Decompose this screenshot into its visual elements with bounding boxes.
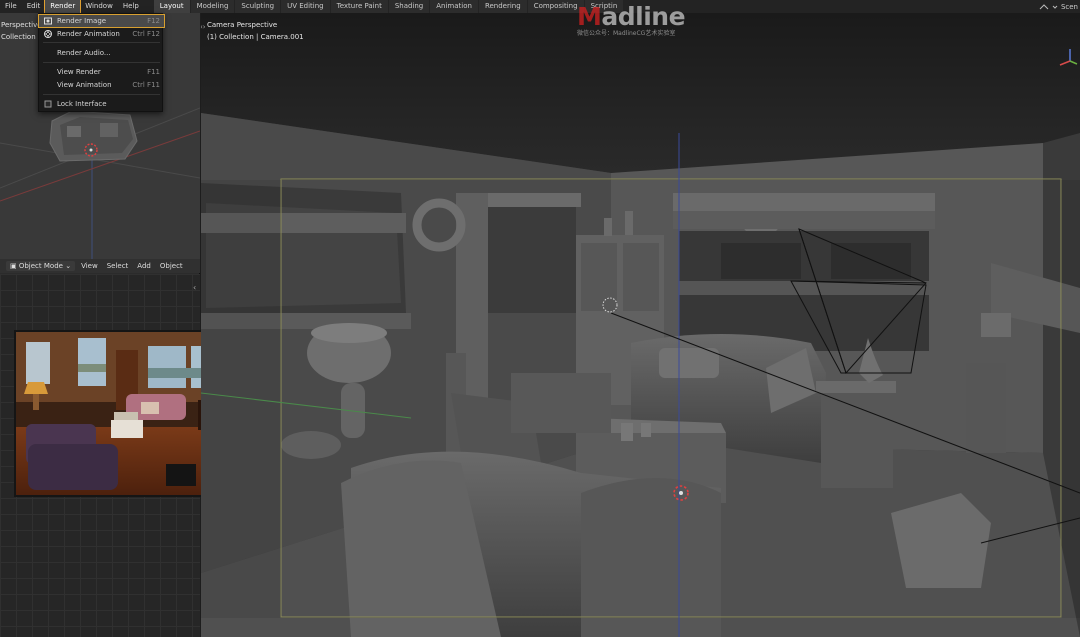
render-animation-label: Render Animation — [57, 30, 120, 38]
view-animation-label: View Animation — [57, 81, 112, 89]
render-animation-icon — [44, 30, 52, 38]
tab-layout[interactable]: Layout — [153, 0, 190, 13]
scene-label: Scen — [1060, 2, 1078, 11]
view-animation-shortcut: Ctrl F11 — [132, 81, 160, 89]
tab-compositing[interactable]: Compositing — [527, 0, 584, 13]
scene-icon — [1039, 3, 1049, 9]
chevron-down-icon — [1052, 5, 1058, 9]
render-animation-item[interactable]: Render Animation Ctrl F12 — [39, 28, 164, 40]
lock-interface-label: Lock Interface — [57, 100, 107, 108]
checkbox-icon[interactable] — [44, 100, 52, 108]
watermark-subtitle: 微信公众号：MadlineCG艺术实验室 — [577, 30, 676, 37]
view-menu[interactable]: View — [78, 261, 101, 271]
camera-perspective-scene — [201, 13, 1080, 637]
object-mode-label: Object Mode — [18, 262, 63, 270]
view-render-label: View Render — [57, 68, 101, 76]
tab-shading[interactable]: Shading — [388, 0, 430, 13]
tab-texture-paint[interactable]: Texture Paint — [330, 0, 388, 13]
watermark: Madline 微信公众号：MadlineCG艺术实验室 — [577, 2, 686, 37]
render-menu-dropdown: Render Image F12 Render Animation Ctrl F… — [38, 13, 165, 112]
camera-collection-subtitle: (1) Collection | Camera.001 — [207, 33, 304, 41]
render-animation-shortcut: Ctrl F12 — [132, 30, 160, 38]
tab-rendering[interactable]: Rendering — [478, 0, 527, 13]
tab-modeling[interactable]: Modeling — [190, 0, 235, 13]
chevron-down-icon: ⌄ — [65, 262, 72, 270]
object-mode-icon: ▣ — [10, 262, 19, 270]
object-mode-dropdown[interactable]: ▣ Object Mode ⌄ — [6, 261, 76, 271]
small-viewport-title: Perspective — [1, 21, 42, 29]
render-audio-label: Render Audio... — [57, 49, 111, 57]
select-menu[interactable]: Select — [104, 261, 132, 271]
scene-selector[interactable]: Scen — [1039, 0, 1080, 13]
tab-uv-editing[interactable]: UV Editing — [281, 0, 330, 13]
menu-separator — [43, 94, 160, 95]
navigation-gizmo-icon[interactable] — [1052, 47, 1078, 67]
tab-animation[interactable]: Animation — [430, 0, 478, 13]
render-audio-item[interactable]: Render Audio... — [39, 47, 164, 59]
menu-help[interactable]: Help — [118, 0, 144, 13]
menu-separator — [43, 62, 160, 63]
menu-separator — [43, 42, 160, 43]
object-menu[interactable]: Object — [157, 261, 186, 271]
render-image-shortcut: F12 — [147, 17, 160, 25]
watermark-logo-rest: adline — [601, 2, 686, 31]
viewport-split-arrows-icon[interactable]: ‹› — [201, 23, 206, 31]
watermark-logo-initial: M — [577, 2, 602, 31]
view-animation-item[interactable]: View Animation Ctrl F11 — [39, 79, 164, 91]
view-render-item[interactable]: View Render F11 — [39, 66, 164, 78]
tab-sculpting[interactable]: Sculpting — [235, 0, 281, 13]
camera-perspective-title: Camera Perspective — [207, 21, 278, 29]
menu-edit[interactable]: Edit — [22, 0, 46, 13]
add-menu[interactable]: Add — [134, 261, 154, 271]
watermark-logo: Madline — [577, 2, 686, 31]
render-image-item[interactable]: Render Image F12 — [38, 14, 165, 28]
top-menu-bar: File Edit Render Window Help Layout Mode… — [0, 0, 1080, 14]
render-image-icon — [44, 17, 52, 25]
viewport-header: ▣ Object Mode ⌄ View Select Add Object — [0, 259, 200, 273]
lock-interface-item[interactable]: Lock Interface — [39, 98, 164, 110]
menu-window[interactable]: Window — [80, 0, 118, 13]
main-3d-viewport[interactable]: ‹› Camera Perspective (1) Collection | C… — [201, 13, 1080, 637]
menu-render[interactable]: Render — [44, 0, 82, 14]
menu-file[interactable]: File — [0, 0, 22, 13]
view-render-shortcut: F11 — [147, 68, 160, 76]
collapse-arrow-icon[interactable]: ‹ — [193, 283, 196, 292]
render-image-label: Render Image — [57, 17, 107, 25]
